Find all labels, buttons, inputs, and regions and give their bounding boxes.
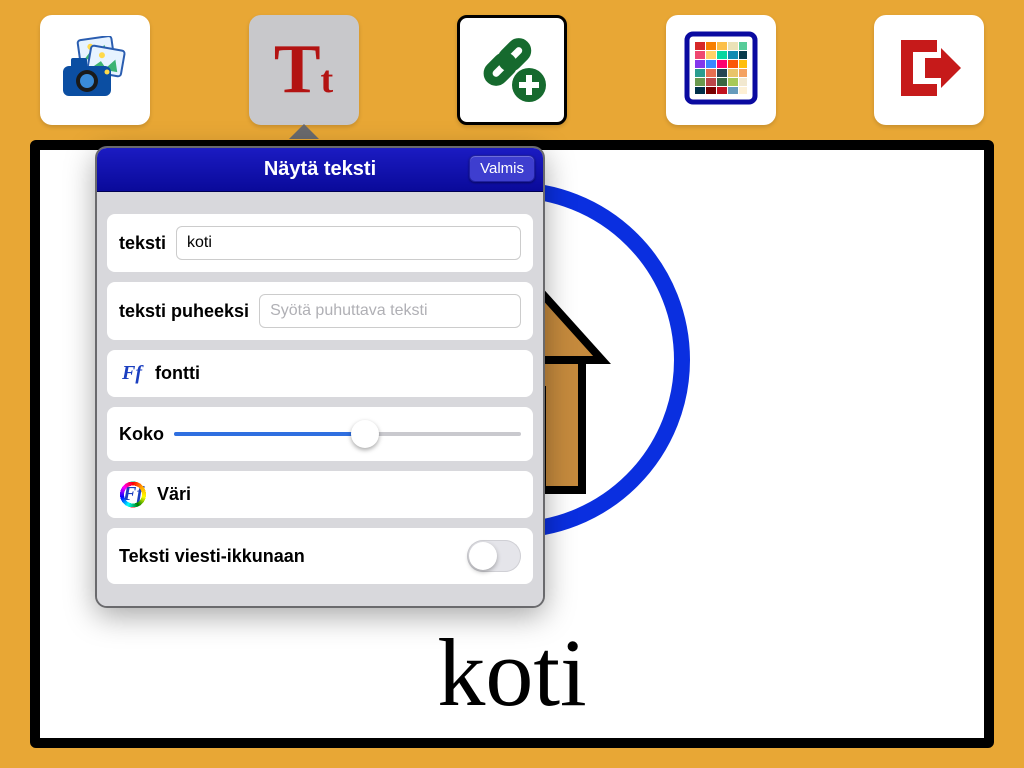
- text-label: teksti: [119, 233, 166, 254]
- toolbar-color-grid-button[interactable]: [666, 15, 776, 125]
- popover-title: Näytä teksti: [264, 158, 376, 181]
- toolbar-link-button[interactable]: [457, 15, 567, 125]
- exit-icon: [893, 32, 965, 109]
- popover-body: teksti teksti puheeksi Ff fontti Koko Ff…: [97, 192, 543, 606]
- font-icon: Ff: [119, 362, 145, 385]
- toolbar-images-button[interactable]: [40, 15, 150, 125]
- size-row: Koko: [107, 407, 533, 461]
- speech-input[interactable]: [259, 294, 521, 328]
- color-font-icon: Ff: [119, 483, 147, 506]
- toolbar-exit-button[interactable]: [874, 15, 984, 125]
- color-row[interactable]: Ff Väri: [107, 471, 533, 518]
- color-label: Väri: [157, 484, 191, 505]
- slider-fill: [174, 432, 365, 436]
- popover-header: Näytä teksti Valmis: [97, 148, 543, 192]
- text-icon: Tt: [274, 35, 333, 105]
- speech-row: teksti puheeksi: [107, 282, 533, 340]
- toggle-knob: [469, 542, 497, 570]
- done-button[interactable]: Valmis: [469, 155, 535, 182]
- toolbar-text-button[interactable]: Tt: [249, 15, 359, 125]
- color-grid-icon: [683, 30, 759, 111]
- text-settings-popover: Näytä teksti Valmis teksti teksti puheek…: [95, 146, 545, 608]
- size-slider[interactable]: [174, 419, 521, 449]
- symbol-label: koti: [40, 617, 984, 728]
- speech-label: teksti puheeksi: [119, 301, 249, 322]
- images-icon: [59, 36, 131, 105]
- font-row[interactable]: Ff fontti: [107, 350, 533, 397]
- text-row: teksti: [107, 214, 533, 272]
- toggle-label: Teksti viesti-ikkunaan: [119, 546, 305, 567]
- link-add-icon: [471, 27, 553, 114]
- message-window-toggle[interactable]: [467, 540, 521, 572]
- text-input[interactable]: [176, 226, 521, 260]
- size-label: Koko: [119, 424, 164, 445]
- font-label: fontti: [155, 363, 200, 384]
- toolbar: Tt: [0, 0, 1024, 125]
- slider-thumb[interactable]: [351, 420, 379, 448]
- toggle-row: Teksti viesti-ikkunaan: [107, 528, 533, 584]
